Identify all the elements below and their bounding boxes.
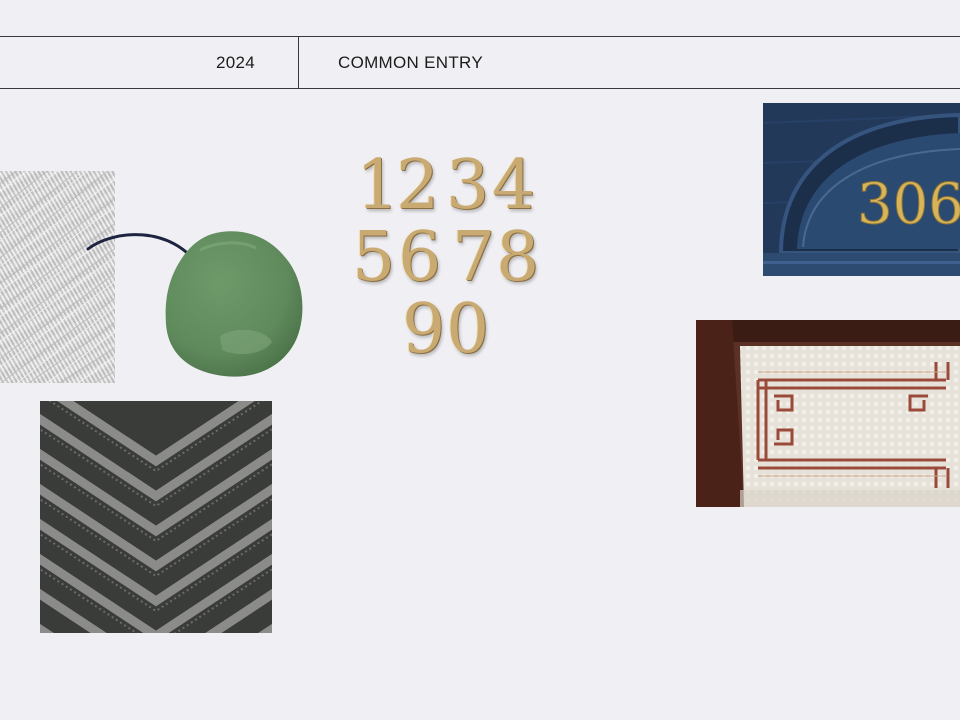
brass-digit: 0 (446, 290, 490, 369)
carpet-pattern (40, 401, 272, 633)
door-house-number: 306 (857, 172, 960, 237)
door-transom-photo: 306 (763, 103, 960, 276)
header-year: 2024 (216, 53, 256, 72)
brass-digit: 8 (496, 218, 540, 297)
herringbone-carpet-swatch (40, 401, 272, 633)
header-band: 2024 COMMON ENTRY (0, 36, 960, 89)
brass-house-numbers: 1 2 3 4 5 6 7 8 9 0 (340, 150, 550, 370)
moodboard-page: 2024 COMMON ENTRY 1 2 3 4 5 6 7 8 9 0 30… (0, 0, 960, 720)
brass-digit: 4 (492, 146, 536, 225)
mosaic-floor-art (696, 320, 960, 507)
mosaic-floor-photo (696, 320, 960, 507)
green-paint-swatch (165, 231, 303, 377)
brass-digit: 9 (402, 290, 446, 369)
header-divider (298, 37, 299, 88)
header-title: COMMON ENTRY (338, 53, 483, 72)
brass-digit: 7 (452, 218, 496, 297)
brass-digit: 1 (356, 146, 400, 225)
brass-digit: 5 (352, 218, 396, 297)
door-transom-art: 306 (763, 103, 960, 276)
brass-digit: 3 (446, 146, 490, 225)
brass-digit: 6 (398, 218, 442, 297)
brass-digit: 2 (396, 146, 440, 225)
